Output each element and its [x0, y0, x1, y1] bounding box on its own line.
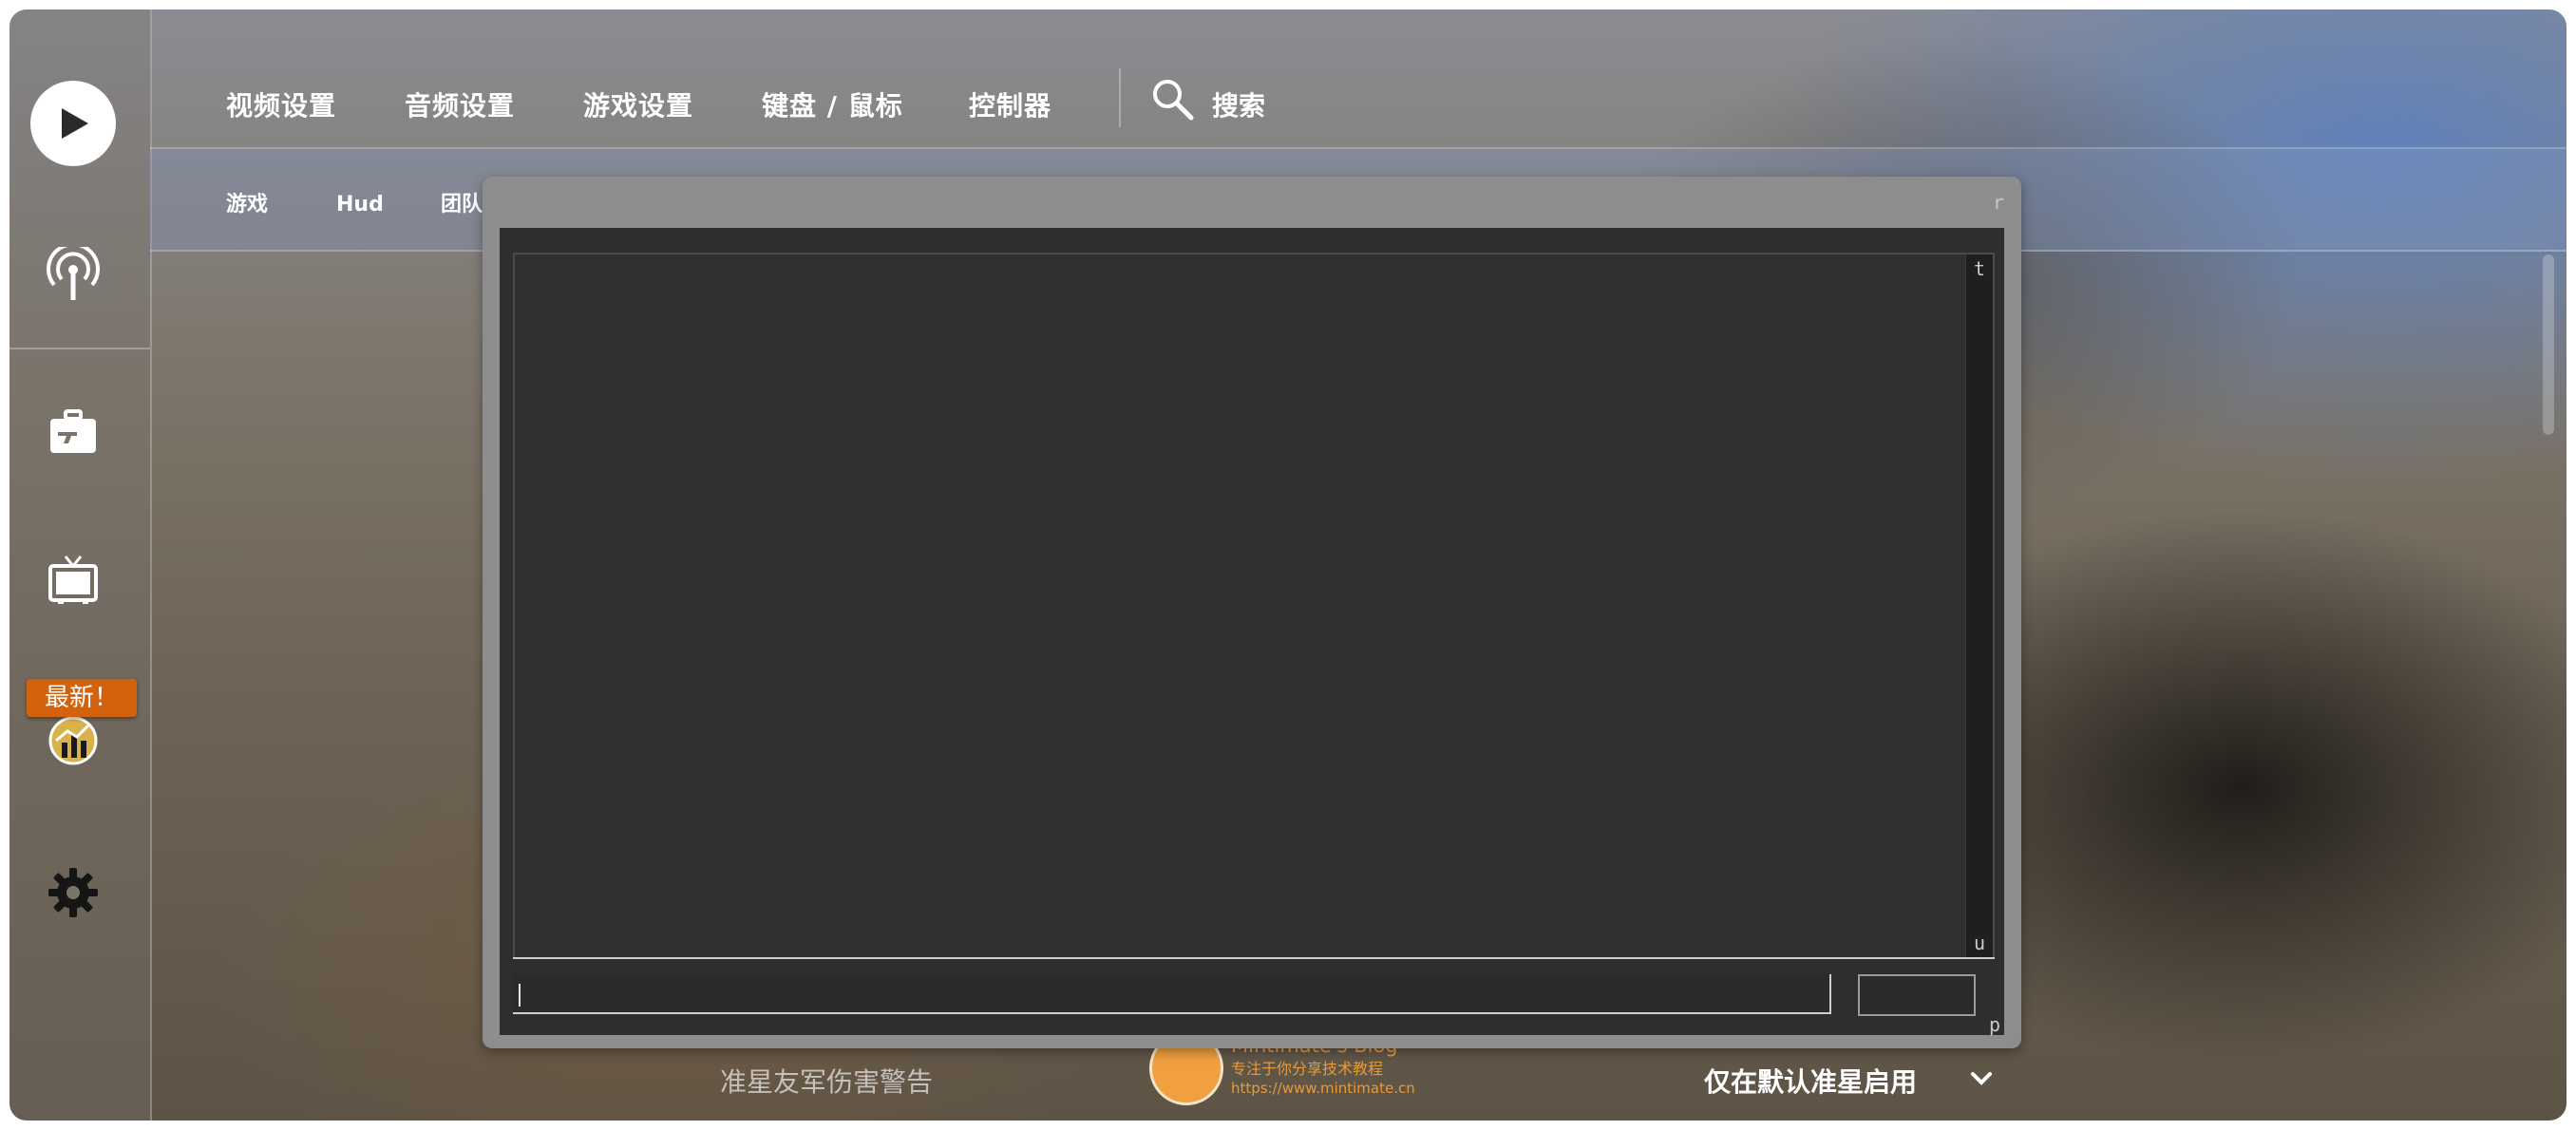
subtab-team[interactable]: 团队 — [441, 191, 483, 219]
scroll-down-marker[interactable]: u — [1974, 932, 1985, 953]
play-button[interactable] — [30, 81, 116, 166]
app-window: 最新！ 视频设置 音频设置 游戏设置 键盘 / 鼠标 控制器 搜索 游戏 Hud… — [9, 9, 2567, 1121]
resize-handle[interactable]: p — [1989, 1014, 2000, 1035]
sidebar: 最新！ — [9, 9, 152, 1121]
search-icon[interactable] — [1149, 76, 1195, 122]
broadcast-icon[interactable] — [45, 247, 102, 304]
chevron-down-icon[interactable] — [1968, 1065, 1995, 1092]
watermark-url: https://www.mintimate.cn — [1231, 1080, 1415, 1097]
top-nav: 视频设置 音频设置 游戏设置 键盘 / 鼠标 控制器 搜索 — [150, 9, 2567, 149]
tab-controller[interactable]: 控制器 — [969, 89, 1051, 123]
text-caret — [519, 984, 521, 1007]
play-icon — [62, 108, 88, 139]
tab-keyboard-mouse[interactable]: 键盘 / 鼠标 — [762, 89, 903, 123]
nav-separator — [1119, 68, 1121, 127]
search-label[interactable]: 搜索 — [1212, 89, 1265, 123]
setting-dropdown-value[interactable]: 仅在默认准星启用 — [1704, 1065, 1917, 1100]
console-corner-marker: r — [1992, 191, 2004, 214]
new-badge: 最新！ — [27, 679, 137, 717]
console-divider — [513, 957, 1995, 959]
stats-icon[interactable] — [45, 712, 102, 769]
subtab-hud[interactable]: Hud — [336, 191, 384, 219]
setting-label: 准星友军伤害警告 — [720, 1066, 934, 1098]
console-panel: t u p — [500, 228, 2004, 1035]
settings-scrollbar[interactable] — [2543, 254, 2554, 435]
console-window: r t u p — [483, 177, 2021, 1048]
console-output: t u — [513, 253, 1995, 959]
console-scrollbar[interactable]: t u — [1965, 254, 1993, 957]
tab-game-settings[interactable]: 游戏设置 — [583, 89, 693, 123]
subtab-game[interactable]: 游戏 — [226, 191, 268, 219]
sidebar-divider — [9, 348, 150, 349]
tv-icon[interactable] — [45, 553, 102, 610]
console-command-input[interactable] — [513, 974, 1831, 1014]
scroll-up-marker[interactable]: t — [1974, 258, 1985, 279]
tab-audio-settings[interactable]: 音频设置 — [405, 89, 515, 123]
briefcase-icon[interactable] — [45, 404, 102, 461]
watermark-subtitle: 专注于你分享技术教程 — [1231, 1060, 1384, 1078]
tab-video-settings[interactable]: 视频设置 — [226, 89, 336, 123]
console-submit-button[interactable] — [1858, 974, 1976, 1016]
gear-icon[interactable] — [45, 864, 102, 921]
